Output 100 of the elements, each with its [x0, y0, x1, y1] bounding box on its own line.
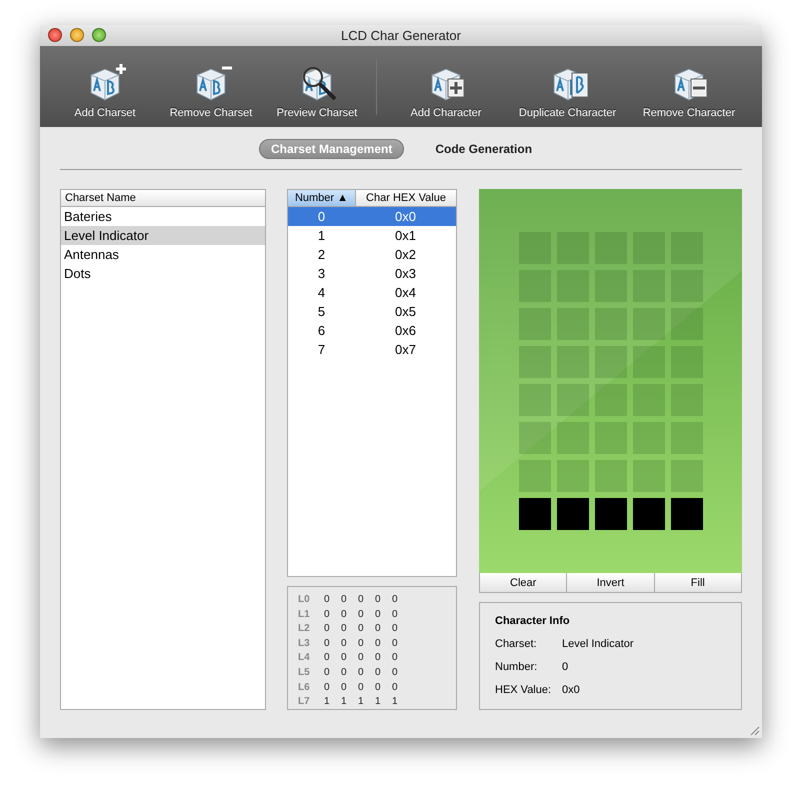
bit-value: 1: [392, 696, 399, 708]
bit-value: 0: [358, 623, 365, 634]
field-label: HEX Value:: [495, 684, 552, 696]
bit-value: 0: [375, 608, 382, 620]
bit-value: 0: [392, 652, 399, 664]
action-button[interactable]: Invert: [567, 573, 655, 592]
table-cell-text: 6: [316, 323, 326, 338]
resize-grip-icon[interactable]: [750, 726, 760, 736]
table-cell-text: 0x1: [394, 228, 417, 244]
toolbar-button[interactable]: Preview Charset: [264, 63, 370, 120]
row-label: L6: [298, 682, 311, 693]
bit-value: 0: [375, 623, 382, 634]
close-button[interactable]: [48, 28, 62, 42]
bit-value: 0: [392, 594, 399, 606]
charset-item[interactable]: Level Indicator: [61, 226, 265, 246]
lcd-pixel[interactable]: [518, 498, 550, 530]
bit-value: 0: [324, 652, 331, 664]
table-row[interactable]: 6 0x6: [288, 321, 456, 340]
bit-value: 0: [324, 682, 331, 693]
table-cell-text: 3: [316, 266, 326, 282]
field-value: 0x0: [562, 684, 580, 696]
bit-value: 0: [341, 608, 348, 620]
table-row[interactable]: 3 0x3: [288, 264, 456, 284]
bit-value: 0: [375, 682, 382, 693]
minimize-button[interactable]: [70, 28, 84, 42]
table-cell-text: 0x7: [394, 342, 417, 358]
bit-value: 1: [341, 696, 348, 708]
info-title: Character Info: [495, 615, 571, 628]
bit-value: 0: [392, 667, 399, 678]
bit-value: 0: [341, 667, 348, 678]
action-button[interactable]: Fill: [654, 573, 741, 592]
column-header[interactable]: Number ▲: [288, 190, 356, 206]
bit-value: 1: [375, 696, 382, 708]
column-header[interactable]: Charset Name: [61, 190, 265, 208]
table-row[interactable]: 7 0x7: [288, 340, 456, 360]
zoom-button[interactable]: [92, 28, 106, 42]
table-cell-text: 2: [316, 247, 326, 262]
table-cell-text: 0x0: [394, 209, 417, 224]
table-cell-text: 0x4: [394, 285, 417, 300]
table-cell-text: 0x6: [394, 323, 417, 338]
lcd-pixel[interactable]: [670, 498, 702, 530]
table-row[interactable]: 2 0x2: [288, 245, 456, 264]
bit-value: 0: [324, 623, 331, 634]
toolbar-button[interactable]: Remove Character: [630, 63, 748, 120]
bit-value: 0: [375, 638, 382, 649]
row-label: L2: [298, 623, 311, 634]
bit-value: 0: [358, 682, 365, 693]
bit-value: 0: [324, 667, 331, 678]
lcd-pixel[interactable]: [594, 498, 626, 530]
table-cell-text: 7: [316, 342, 326, 358]
table-row[interactable]: 4 0x4: [288, 283, 456, 302]
lcd-pixel[interactable]: [632, 498, 664, 530]
bit-value: 0: [358, 667, 365, 678]
bit-value: 0: [324, 594, 331, 606]
bit-value: 0: [375, 594, 382, 606]
bit-value: 1: [324, 696, 331, 708]
bit-value: 0: [341, 638, 348, 649]
table-cell-text: 5: [316, 304, 326, 320]
bit-value: 0: [392, 623, 399, 634]
table-row[interactable]: 1 0x1: [288, 226, 456, 246]
table-cell-text: 0x3: [394, 266, 417, 282]
bit-value: 0: [341, 623, 348, 634]
column-header[interactable]: Char HEX Value: [356, 190, 456, 206]
charset-item[interactable]: Antennas: [61, 245, 265, 264]
table-cell-text: 0x2: [394, 247, 417, 262]
table-row[interactable]: 5 0x5: [288, 302, 456, 322]
bit-value: 0: [358, 594, 365, 606]
bit-value: 0: [392, 608, 399, 620]
bit-value: 1: [358, 696, 365, 708]
toolbar-button[interactable]: Add Charset: [52, 63, 158, 120]
window-title: LCD Char Generator: [341, 28, 461, 43]
field-label: Charset:: [495, 638, 538, 650]
lcd-pixel[interactable]: [556, 498, 588, 530]
toolbar-button[interactable]: Duplicate Character: [505, 63, 630, 120]
action-button[interactable]: Clear: [480, 573, 568, 592]
table-row[interactable]: 0 0x0: [288, 207, 456, 226]
bit-value: 0: [392, 638, 399, 649]
field-value: 0: [562, 661, 568, 674]
table-cell-text: 0x5: [394, 304, 417, 320]
charset-item[interactable]: Dots: [61, 264, 265, 284]
bit-value: 0: [358, 638, 365, 649]
bit-value: 0: [358, 652, 365, 664]
field-value: Level Indicator: [562, 638, 634, 650]
toolbar-button[interactable]: Remove Charset: [158, 63, 264, 120]
bit-value: 0: [392, 682, 399, 693]
bit-value: 0: [375, 667, 382, 678]
table-cell-text: 0: [316, 209, 326, 224]
charset-item[interactable]: Bateries: [61, 207, 265, 226]
toolbar-button[interactable]: Add Character: [387, 63, 505, 120]
bit-value: 0: [375, 652, 382, 664]
table-cell-text: 4: [316, 285, 326, 300]
table-cell-text: 1: [316, 228, 326, 244]
bit-value: 0: [358, 608, 365, 620]
row-label: L4: [298, 652, 311, 664]
row-label: L3: [298, 638, 311, 649]
row-label: L1: [298, 608, 311, 620]
row-label: L5: [298, 667, 311, 678]
bit-value: 0: [341, 652, 348, 664]
row-label: L7: [298, 696, 311, 708]
tab[interactable]: Code Generation: [424, 139, 544, 160]
